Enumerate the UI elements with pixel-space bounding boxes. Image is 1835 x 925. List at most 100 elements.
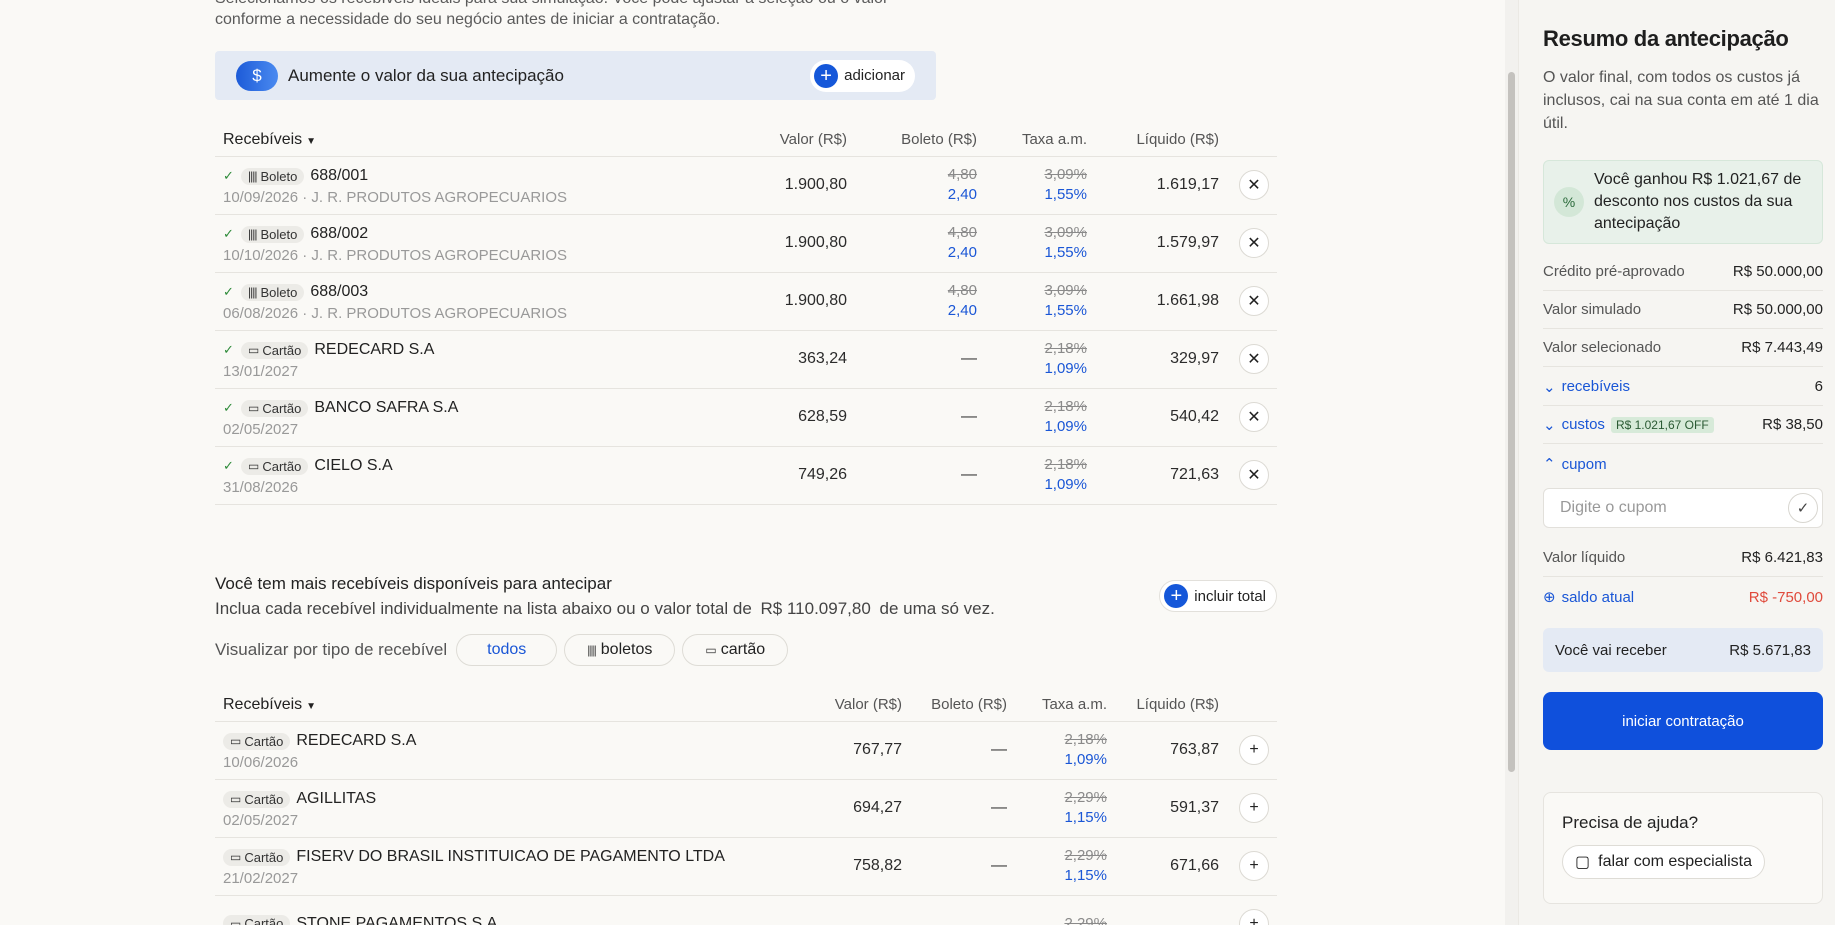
liquido-cell: 721,63 [1095, 446, 1227, 505]
valor-cell: 628,59 [735, 388, 855, 447]
balance-link[interactable]: ⊕ saldo atual [1543, 588, 1634, 607]
boleto-cell: — [910, 779, 1015, 838]
type-tag: ▭ Cartão [223, 790, 291, 808]
chevron-down-icon: ⌄ [1543, 416, 1556, 434]
barcode-icon: |||| [587, 643, 597, 657]
remove-button[interactable]: ✕ [1239, 228, 1269, 258]
selected-receivables-table: Recebíveis ▼ Valor (R$) Boleto (R$) Taxa … [215, 124, 1277, 505]
coupon-row: ⌃ cupom [1543, 445, 1823, 483]
receivables-toggle[interactable]: ⌄ recebíveis [1543, 378, 1630, 396]
table-header: Recebíveis ▼ Valor (R$) Boleto (R$) Taxa … [215, 689, 1277, 722]
filter-label: Visualizar por tipo de recebível [215, 640, 448, 659]
liquido-cell: 1.579,97 [1095, 214, 1227, 273]
valor-cell [805, 895, 910, 925]
sort-receivables[interactable]: Recebíveis ▼ [215, 689, 805, 722]
discount-text: Você ganhou R$ 1.021,67 de desconto nos … [1594, 171, 1802, 232]
taxa-cell: 2,18% 1,09% [1015, 721, 1115, 780]
plus-icon: + [814, 63, 839, 88]
coupon-toggle[interactable]: ⌃ cupom [1543, 455, 1607, 474]
scrollbar[interactable] [1505, 0, 1518, 925]
costs-off-badge: R$ 1.021,67 OFF [1610, 416, 1714, 433]
receivable-name: 688/002 [310, 225, 369, 242]
receivable-cell: ▭ Cartão STONE PAGAMENTOS S.A. [215, 895, 805, 925]
type-tag: ▭ Cartão [223, 915, 291, 925]
receivable-cell: ✓ ▭ Cartão BANCO SAFRA S.A 02/05/2027 [215, 388, 735, 447]
caret-down-icon: ▼ [306, 700, 317, 712]
col-valor: Valor (R$) [805, 689, 910, 722]
receivables-row: ⌄ recebíveis 6 [1543, 368, 1823, 406]
intro-text: Selecionamos os recebíveis ideais para s… [215, 0, 888, 28]
receivable-name: AGILLITAS [296, 790, 377, 807]
simulated-row: Valor simulado R$ 50.000,00 [1543, 291, 1823, 329]
start-contract-button[interactable]: iniciar contratação [1543, 692, 1823, 750]
remove-button[interactable]: ✕ [1239, 460, 1269, 490]
filter-row: Visualizar por tipo de recebível todos |… [215, 634, 789, 666]
add-row-button[interactable]: + [1239, 909, 1269, 925]
remove-button[interactable]: ✕ [1239, 170, 1269, 200]
remove-button[interactable]: ✕ [1239, 402, 1269, 432]
summary-sidebar: Resumo da antecipação O valor final, com… [1518, 0, 1835, 925]
valor-cell: 749,26 [735, 446, 855, 505]
help-box: Precisa de ajuda? ▢ falar com especialis… [1543, 792, 1823, 904]
type-tag: ▭ Cartão [241, 457, 309, 475]
card-icon: ▭ [248, 401, 259, 415]
liquido-cell: 763,87 [1115, 721, 1227, 780]
discount-icon: % [1554, 187, 1584, 217]
main-content: Selecionamos os recebíveis ideais para s… [0, 0, 1505, 925]
type-tag: ▭ Cartão [241, 399, 309, 417]
boleto-cell: — [855, 388, 985, 447]
taxa-cell: 3,09% 1,55% [985, 156, 1095, 215]
receivable-name: 688/001 [310, 167, 369, 184]
col-boleto: Boleto (R$) [910, 689, 1015, 722]
receivable-cell: ✓ |||| Boleto 688/002 10/10/2026 · J. R. PRO… [215, 214, 735, 273]
card-icon: ▭ [230, 734, 241, 748]
valor-cell: 1.900,80 [735, 272, 855, 331]
add-row-button[interactable]: + [1239, 735, 1269, 765]
liquido-cell: 1.619,17 [1095, 156, 1227, 215]
credit-row: Crédito pré-aprovado R$ 50.000,00 [1543, 253, 1823, 291]
add-row-button[interactable]: + [1239, 851, 1269, 881]
receivable-subtitle: 02/05/2027 [223, 812, 299, 829]
add-row-button[interactable]: + [1239, 793, 1269, 823]
chevron-down-icon: ⌄ [1543, 378, 1556, 396]
chat-icon: ▢ [1575, 854, 1591, 871]
valor-cell: 1.900,80 [735, 214, 855, 273]
costs-toggle[interactable]: ⌄ custos [1543, 416, 1605, 434]
type-tag: |||| Boleto [241, 283, 305, 301]
check-icon: ✓ [223, 400, 234, 415]
boleto-cell: 4,80 2,40 [855, 272, 985, 331]
remove-button[interactable]: ✕ [1239, 344, 1269, 374]
sort-receivables[interactable]: Recebíveis ▼ [215, 124, 735, 157]
receivable-subtitle: 10/09/2026 · J. R. PRODUTOS AGROPECUARIO… [223, 189, 568, 206]
include-total-button[interactable]: + incluir total [1159, 580, 1277, 612]
boleto-cell: 4,80 2,40 [855, 214, 985, 273]
receivable-subtitle: 06/08/2026 · J. R. PRODUTOS AGROPECUARIO… [223, 305, 568, 322]
check-icon: ✓ [223, 342, 234, 357]
coupon-input[interactable] [1560, 499, 1788, 517]
card-icon: ▭ [248, 343, 259, 357]
check-icon: ✓ [223, 168, 234, 183]
receive-summary: Você vai receber R$ 5.671,83 [1543, 628, 1823, 672]
liquido-cell: 671,66 [1115, 837, 1227, 896]
receivable-cell: ✓ ▭ Cartão CIELO S.A 31/08/2026 [215, 446, 735, 505]
talk-to-specialist-button[interactable]: ▢ falar com especialista [1562, 845, 1765, 879]
table-row: ✓ ▭ Cartão BANCO SAFRA S.A 02/05/2027 628,59—… [215, 388, 1277, 447]
receivable-name: REDECARD S.A [296, 732, 417, 749]
liquido-cell: 591,37 [1115, 779, 1227, 838]
include-total-label: incluir total [1194, 587, 1266, 605]
add-button[interactable]: + adicionar [810, 59, 915, 92]
barcode-icon: |||| [248, 227, 258, 241]
scrollbar-thumb[interactable] [1508, 72, 1515, 772]
remove-button[interactable]: ✕ [1239, 286, 1269, 316]
boleto-cell: — [855, 330, 985, 389]
col-boleto: Boleto (R$) [855, 124, 985, 157]
receivable-name: STONE PAGAMENTOS S.A. [296, 914, 502, 925]
filter-boletos[interactable]: |||| boletos [564, 634, 676, 666]
filter-cartao[interactable]: ▭ cartão [682, 634, 789, 666]
valor-cell: 694,27 [805, 779, 910, 838]
liquido-cell: 540,42 [1095, 388, 1227, 447]
receivable-cell: ▭ Cartão FISERV DO BRASIL INSTITUICAO DE P… [215, 837, 805, 896]
check-icon: ✓ [223, 458, 234, 473]
coupon-apply-button[interactable]: ✓ [1788, 493, 1818, 523]
filter-all[interactable]: todos [456, 634, 558, 666]
